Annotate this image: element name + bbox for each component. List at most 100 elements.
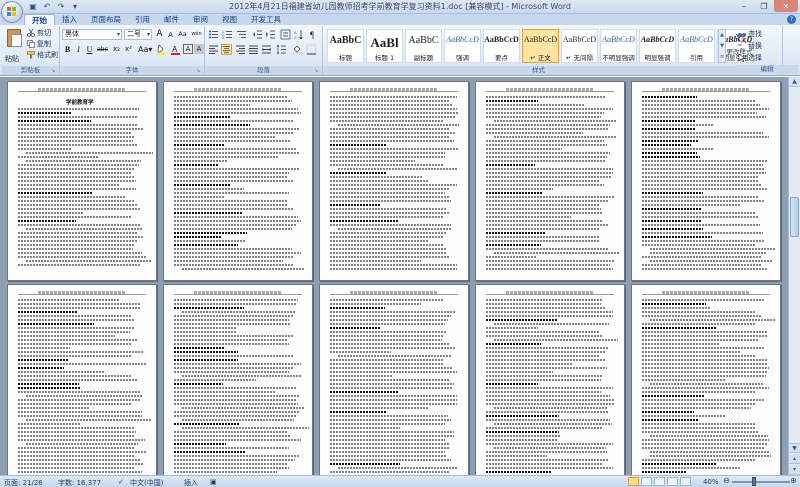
print-layout-view-button[interactable] [628,477,639,486]
font-size-combo[interactable]: 二号 ▾ [124,29,152,40]
chevron-down-icon[interactable]: ▼ [719,41,725,52]
underline-button[interactable]: U [84,44,95,55]
tab-6[interactable]: 审阅 [186,14,215,25]
next-page-icon[interactable]: ▾ [789,465,800,475]
chevron-up-icon[interactable]: ▲ [719,30,725,41]
tab-1[interactable]: 开始 [24,14,55,25]
web-layout-button[interactable] [654,477,665,486]
document-page[interactable]: 学前教育学 [7,81,157,281]
sort-button[interactable]: AZ [294,29,305,40]
italic-button[interactable]: I [73,44,84,55]
document-page[interactable] [7,284,157,475]
macro-record-icon[interactable]: ▣ [210,478,217,486]
shrink-font-button[interactable]: A [165,30,176,41]
highlight-button[interactable] [156,44,167,55]
superscript-button[interactable]: x² [123,44,134,55]
font-name-combo[interactable]: 黑体 ▾ [62,29,122,40]
scroll-down-icon[interactable]: ▼ [789,443,800,453]
help-icon[interactable]: ? [787,15,796,24]
line-spacing-button[interactable] [276,44,287,55]
style-card[interactable]: AaBbC 标题 [327,29,364,63]
borders-button[interactable] [306,44,317,55]
multilevel-list-button[interactable] [236,29,247,40]
zoom-slider[interactable] [732,481,790,483]
paragraph-launcher-icon[interactable]: ↘ [314,68,320,74]
select-button[interactable]: 选择 [738,52,762,63]
proofing-icon[interactable]: ✓ [118,478,124,486]
decrease-indent-button[interactable] [252,29,263,40]
copy-button[interactable]: 复制 [27,39,51,49]
show-marks-button[interactable]: ¶ [308,29,319,40]
zoom-in-icon[interactable]: ⊕ [790,476,797,485]
shading-button[interactable] [292,44,303,56]
tab-8[interactable]: 开发工具 [244,14,288,25]
document-page[interactable] [319,284,469,475]
gallery-scroll[interactable]: ▲ ▼ ≡ [718,29,726,63]
tab-7[interactable]: 视图 [215,14,244,25]
clear-format-button[interactable]: Aa [177,29,188,40]
document-page[interactable] [631,284,781,475]
distributed-button[interactable] [261,44,272,55]
tab-3[interactable]: 页面布局 [84,14,128,25]
close-button[interactable]: ✕ [774,0,798,12]
document-page[interactable] [475,284,625,475]
zoom-slider-thumb[interactable] [752,477,756,486]
tab-2[interactable]: 插入 [55,14,84,25]
font-color-button[interactable]: A [170,44,181,55]
document-workspace[interactable]: 学前教育学 [0,77,788,475]
grow-font-button[interactable]: A [154,29,165,40]
paste-label[interactable]: 粘贴 [5,54,19,64]
tab-4[interactable]: 引用 [128,14,157,25]
insert-mode[interactable]: 插入 [184,478,198,487]
outline-view-button[interactable] [667,477,678,486]
text-effects-button[interactable]: Aa▾ [138,44,152,55]
document-page[interactable] [475,81,625,281]
font-launcher-icon[interactable]: ↘ [196,68,202,74]
style-card[interactable]: AaBl 标题 1 [366,29,403,63]
align-right-button[interactable] [235,44,246,55]
document-page[interactable] [163,284,313,475]
paste-button[interactable] [5,29,23,53]
maximize-button[interactable]: ❐ [754,0,774,12]
language-indicator[interactable]: 中文(中国) [130,478,163,487]
align-center-button[interactable] [221,44,232,55]
style-card[interactable]: AaBbC 副标题 [405,29,442,63]
char-shading-button[interactable]: A [194,44,204,54]
bullets-button[interactable] [208,29,219,40]
phonetic-guide-button[interactable]: wén [191,29,202,40]
page-indicator[interactable]: 页面: 21/26 [4,478,43,487]
style-card[interactable]: AaBbCcD 引用 [678,29,715,63]
document-page[interactable] [631,81,781,281]
chinese-layout-button[interactable] [280,29,291,40]
draft-view-button[interactable] [680,477,691,486]
bold-button[interactable]: B [62,44,73,55]
style-card[interactable]: AaBbCcD 不明显强调 [600,29,637,63]
style-card[interactable]: AaBbCcD 明显强调 [639,29,676,63]
format-painter-button[interactable]: 格式刷 [27,50,58,60]
justify-button[interactable] [248,44,259,55]
style-card[interactable]: AaBbCcD 强调 [444,29,481,63]
more-icon[interactable]: ≡ [719,52,725,63]
zoom-out-icon[interactable]: ⊖ [723,476,730,485]
style-card[interactable]: AaBbCcD ↵ 正文 [522,29,559,63]
style-card[interactable]: AaBbCcD 要点 [483,29,520,63]
style-card[interactable]: AaBbCcD ↵ 无间隔 [561,29,598,63]
full-screen-reading-button[interactable] [641,477,652,486]
clipboard-launcher-icon[interactable]: ↘ [51,68,57,74]
scroll-thumb[interactable] [790,197,799,237]
document-page[interactable] [163,81,313,281]
prev-page-icon[interactable]: ▴ [789,454,800,464]
increase-indent-button[interactable] [265,29,276,40]
strikethrough-button[interactable]: abc [97,44,108,55]
zoom-level[interactable]: 40% [703,478,719,486]
tab-5[interactable]: 邮件 [157,14,186,25]
replace-button[interactable]: ab ac 替换 [738,40,762,51]
find-button[interactable]: 查找 [738,28,762,39]
numbering-button[interactable]: 123 [222,29,233,40]
cut-button[interactable]: 剪切 [27,28,51,38]
word-count[interactable]: 字数: 16,377 [58,478,101,487]
minimize-button[interactable]: – [734,0,754,12]
subscript-button[interactable]: x₂ [111,44,122,55]
align-left-button[interactable] [208,44,219,55]
char-border-button[interactable]: A [183,44,193,54]
